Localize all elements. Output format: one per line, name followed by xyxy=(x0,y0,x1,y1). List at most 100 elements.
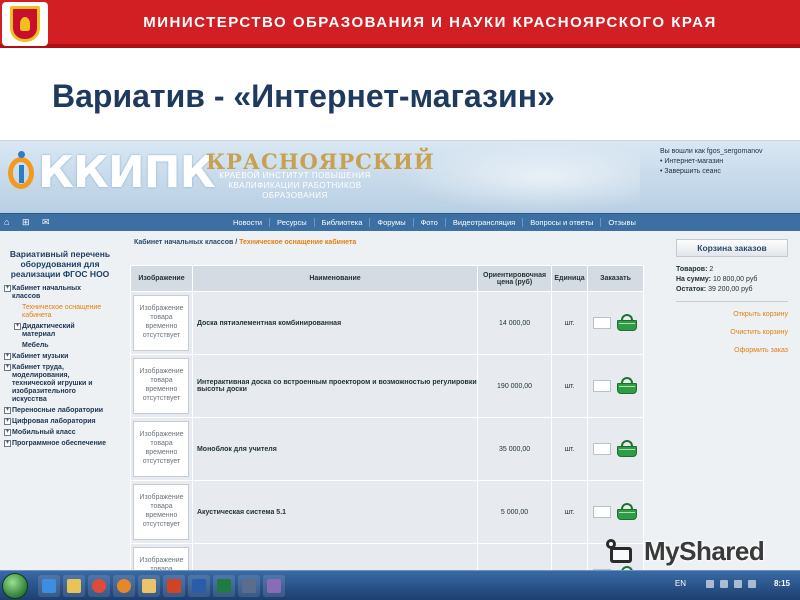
expand-icon[interactable]: + xyxy=(4,440,11,447)
institute-subtitle-line: ОБРАЗОВАНИЯ xyxy=(262,191,328,200)
nav-item[interactable]: Новости xyxy=(226,218,271,227)
table-header-cell: Изображение xyxy=(130,265,193,292)
add-to-cart-basket-icon[interactable] xyxy=(615,377,639,395)
left-menu-item-line: изобразительного xyxy=(12,388,76,395)
add-to-cart-basket-icon[interactable] xyxy=(615,503,639,521)
battery-icon[interactable] xyxy=(747,579,756,588)
sitemap-icon[interactable]: ⊞ xyxy=(22,217,30,227)
table-row: Изображение товара временно отсутствует Инте… xyxy=(130,354,644,418)
left-menu-item-line: Мебель xyxy=(22,342,49,349)
quantity-input[interactable] xyxy=(592,380,611,392)
network-icon[interactable] xyxy=(719,579,728,588)
ie-icon[interactable] xyxy=(38,575,60,597)
product-unit: шт. xyxy=(551,480,588,544)
left-menu-item[interactable]: + Дидактический материал xyxy=(0,323,120,339)
nav-item[interactable]: Отзывы xyxy=(601,218,642,227)
expand-icon[interactable]: + xyxy=(4,429,11,436)
expand-icon[interactable]: + xyxy=(4,418,11,425)
order-cell xyxy=(587,354,644,418)
excel-icon[interactable] xyxy=(213,575,235,597)
media-icon[interactable] xyxy=(238,575,260,597)
cart-divider xyxy=(676,301,788,302)
open-cart-link[interactable]: Открыть корзину xyxy=(676,310,788,319)
order-controls xyxy=(588,503,643,521)
image-cell: Изображениетоваравременноотсутствует xyxy=(130,417,193,481)
language-indicator[interactable]: EN xyxy=(675,579,686,588)
quantity-input[interactable] xyxy=(592,506,611,518)
nav-item[interactable]: Библиотека xyxy=(315,218,371,227)
left-menu-item[interactable]: + Кабинет музыки xyxy=(0,353,120,361)
no-image-placeholder: Изображение товара временно отсутствует xyxy=(133,295,190,351)
product-price: 190 000,00 xyxy=(477,354,553,418)
nav-item[interactable]: Видеотрансляция xyxy=(446,218,524,227)
left-menu-item[interactable]: + Кабинет начальных классов xyxy=(0,285,120,301)
expand-icon[interactable]: + xyxy=(4,407,11,414)
start-button[interactable] xyxy=(2,573,28,599)
nav-item[interactable]: Вопросы и ответы xyxy=(523,218,602,227)
product-name: Акустическая система 5.1 xyxy=(191,480,479,544)
table-row: Изображение товара временно отсутствует Доск… xyxy=(130,291,644,355)
table-header-cell: Наименование xyxy=(191,265,479,292)
product-unit xyxy=(551,543,588,570)
breadcrumb-current: Техническое оснащение кабинета xyxy=(239,239,357,246)
word-icon[interactable] xyxy=(188,575,210,597)
watermark-text: MyShared xyxy=(644,536,765,566)
explorer-icon[interactable] xyxy=(63,575,85,597)
left-menu-item[interactable]: + Кабинет труда, моделирования, технической… xyxy=(0,364,120,404)
add-to-cart-basket-icon[interactable] xyxy=(615,314,639,332)
left-menu-item-line: искусства xyxy=(12,396,47,403)
checkout-link[interactable]: Оформить заказ xyxy=(676,346,788,355)
volume-icon[interactable] xyxy=(733,579,742,588)
expand-icon[interactable]: + xyxy=(4,353,11,360)
left-menu-item-line: Кабинет начальных xyxy=(12,285,82,292)
product-name: Интерактивная доска со встроенным проект… xyxy=(191,354,479,418)
left-menu-title-line: реализации ФГОС НОО xyxy=(10,269,110,279)
image-cell: Изображениетоваравременноотсутствует xyxy=(130,543,193,570)
cart-title[interactable]: Корзина заказов xyxy=(676,239,788,257)
kkipk-logo-icon[interactable] xyxy=(8,151,34,191)
mail-icon[interactable]: ✉ xyxy=(42,217,50,227)
no-image-text: Изображение xyxy=(139,557,184,564)
link-logout[interactable]: • Завершить сеанс xyxy=(660,167,763,177)
table-row: Изображение товара временно отсутствует Акус… xyxy=(130,480,644,544)
quantity-input[interactable] xyxy=(592,317,611,329)
left-menu-item[interactable]: Мебель xyxy=(0,342,120,350)
powerpoint-icon[interactable] xyxy=(163,575,185,597)
nav-item[interactable]: Форумы xyxy=(370,218,414,227)
breadcrumb-parent[interactable]: Кабинет начальных классов xyxy=(134,239,233,246)
order-controls xyxy=(588,314,643,332)
left-menu-item[interactable]: + Переносные лаборатории xyxy=(0,407,120,415)
link-shop[interactable]: • Интернет-магазин xyxy=(660,157,763,167)
cart-rest-row: Остаток: 39 200,00 руб xyxy=(676,285,788,295)
home-icon[interactable]: ⌂ xyxy=(4,217,9,227)
cart-items-value: 2 xyxy=(709,266,714,273)
left-menu-item-line: Кабинет музыки xyxy=(12,353,69,360)
institute-subtitle-line: КВАЛИФИКАЦИИ РАБОТНИКОВ xyxy=(228,181,362,190)
quantity-input[interactable] xyxy=(592,443,611,455)
nav-item[interactable]: Фото xyxy=(414,218,446,227)
product-name xyxy=(191,543,479,570)
nav-item[interactable]: Ресурсы xyxy=(270,218,315,227)
ministry-title: МИНИСТЕРСТВО ОБРАЗОВАНИЯ И НАУКИ КРАСНОЯ… xyxy=(143,14,717,31)
app-icon[interactable] xyxy=(263,575,285,597)
clear-cart-link[interactable]: Очистить корзину xyxy=(676,328,788,337)
expand-icon[interactable]: + xyxy=(4,285,11,292)
left-menu-item[interactable]: + Мобильный класс xyxy=(0,429,120,437)
firefox-icon[interactable] xyxy=(113,575,135,597)
folder-icon[interactable] xyxy=(138,575,160,597)
chrome-icon[interactable] xyxy=(88,575,110,597)
site-logo-text[interactable]: ККИПК xyxy=(38,147,216,198)
expand-icon[interactable]: + xyxy=(14,323,21,330)
left-menu-item[interactable]: Техническое оснащение кабинета xyxy=(0,304,120,320)
cart-items-row: Товаров: 2 xyxy=(676,265,788,275)
left-menu-item-line: классов xyxy=(12,293,41,300)
tray-arrow-icon[interactable] xyxy=(705,579,714,588)
add-to-cart-basket-icon[interactable] xyxy=(615,440,639,458)
no-image-text: временно xyxy=(145,449,178,456)
table-header-cell: Ориентировочная цена (руб) xyxy=(477,265,553,292)
no-image-placeholder: Изображение товара временно отсутствует xyxy=(133,358,190,414)
cart-sum-row: На сумму: 10 800,00 руб xyxy=(676,275,788,285)
left-menu-item[interactable]: + Цифровая лаборатория xyxy=(0,418,120,426)
left-menu-item[interactable]: + Программное обеспечение xyxy=(0,440,120,448)
expand-icon[interactable]: + xyxy=(4,364,11,371)
